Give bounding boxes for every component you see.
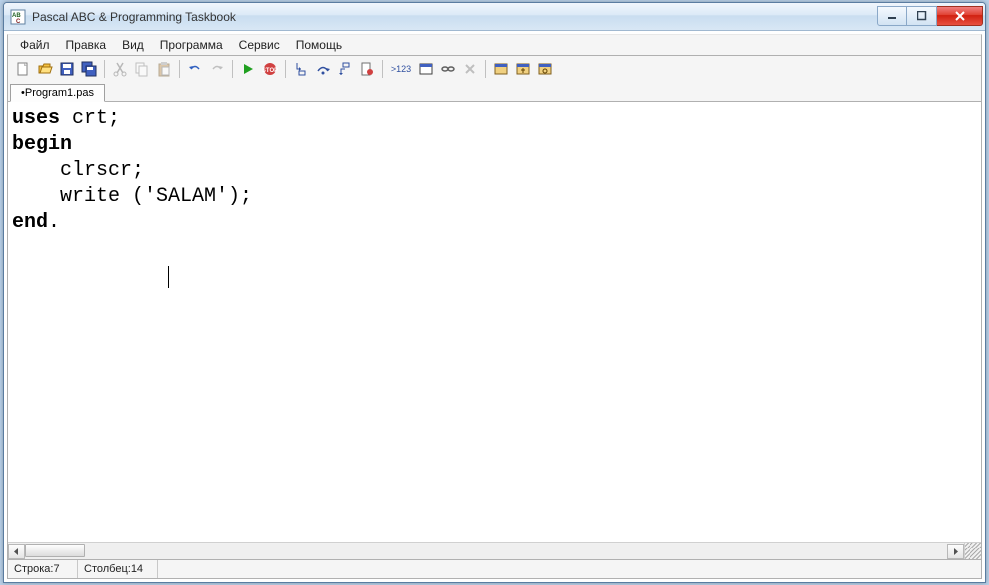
copy-icon (134, 61, 150, 77)
link-button[interactable] (437, 58, 459, 80)
breakpoint-icon (359, 61, 375, 77)
toolbar-separator (485, 60, 486, 78)
code-text: . (48, 211, 60, 234)
code-editor[interactable]: uses crt; begin clrscr; write ('SALAM');… (8, 102, 981, 542)
menu-file[interactable]: Файл (12, 36, 58, 54)
new-file-icon (15, 61, 31, 77)
keyword-end: end (12, 211, 48, 234)
save-all-icon (81, 61, 97, 77)
toolbar-separator (232, 60, 233, 78)
status-column: Столбец: 14 (78, 560, 158, 578)
save-icon (59, 61, 75, 77)
window-icon (418, 61, 434, 77)
step-out-button[interactable] (334, 58, 356, 80)
tab-program1[interactable]: •Program1.pas (10, 84, 105, 102)
menu-view[interactable]: Вид (114, 36, 152, 54)
horizontal-scrollbar[interactable] (8, 542, 981, 559)
toolbar-separator (285, 60, 286, 78)
cut-button[interactable] (109, 58, 131, 80)
menu-help[interactable]: Помощь (288, 36, 350, 54)
status-col-label: Столбец: (84, 563, 131, 575)
module-1-button[interactable] (490, 58, 512, 80)
code-indent (12, 263, 168, 286)
close-button[interactable] (937, 6, 983, 26)
toolbar: STOP >123 (7, 56, 982, 82)
menu-service[interactable]: Сервис (231, 36, 288, 54)
step-over-button[interactable] (312, 58, 334, 80)
scrollbar-thumb[interactable] (25, 544, 85, 557)
keyword-begin: begin (12, 133, 72, 156)
code-text: clrscr; (12, 159, 144, 182)
link-icon (440, 61, 456, 77)
run-button[interactable] (237, 58, 259, 80)
keyword-uses: uses (12, 107, 60, 130)
open-file-button[interactable] (34, 58, 56, 80)
menu-program[interactable]: Программа (152, 36, 231, 54)
tab-bar: •Program1.pas (7, 82, 982, 102)
menu-edit[interactable]: Правка (58, 36, 115, 54)
text-cursor (168, 266, 169, 288)
stop-icon: STOP (262, 61, 278, 77)
cut-icon (112, 61, 128, 77)
toolbar-separator (104, 60, 105, 78)
undo-icon (187, 61, 203, 77)
titlebar[interactable]: ABC Pascal ABC & Programming Taskbook (4, 3, 985, 31)
open-folder-icon (37, 61, 53, 77)
new-file-button[interactable] (12, 58, 34, 80)
toolbar-separator (382, 60, 383, 78)
status-line-value: 7 (53, 563, 59, 575)
editor-area: uses crt; begin clrscr; write ('SALAM');… (7, 102, 982, 559)
play-icon (240, 61, 256, 77)
window-controls (877, 7, 985, 26)
status-line-label: Строка: (14, 563, 53, 575)
scroll-left-button[interactable] (8, 544, 25, 559)
menubar: Файл Правка Вид Программа Сервис Помощь (7, 34, 982, 56)
minimize-button[interactable] (877, 6, 907, 26)
code-text: ); (228, 185, 252, 208)
svg-text:C: C (16, 19, 21, 25)
module-2-button[interactable] (512, 58, 534, 80)
step-into-button[interactable] (290, 58, 312, 80)
string-literal: 'SALAM' (144, 185, 228, 208)
chevron-right-icon (952, 548, 959, 555)
maximize-button[interactable] (907, 6, 937, 26)
paste-button[interactable] (153, 58, 175, 80)
code-text: write ( (12, 185, 144, 208)
save-button[interactable] (56, 58, 78, 80)
window-title: Pascal ABC & Programming Taskbook (32, 10, 236, 24)
status-col-value: 14 (131, 563, 143, 575)
status-line: Строка: 7 (8, 560, 78, 578)
copy-button[interactable] (131, 58, 153, 80)
module-icon (493, 61, 509, 77)
redo-icon (209, 61, 225, 77)
redo-button[interactable] (206, 58, 228, 80)
undo-button[interactable] (184, 58, 206, 80)
x-icon (462, 61, 478, 77)
code-text: crt; (60, 107, 120, 130)
paste-icon (156, 61, 172, 77)
module-icon (537, 61, 553, 77)
module-3-button[interactable] (534, 58, 556, 80)
step-out-icon (337, 61, 353, 77)
delete-button[interactable] (459, 58, 481, 80)
output-window-button[interactable] (415, 58, 437, 80)
watch-button[interactable]: >123 (387, 58, 415, 80)
scrollbar-track[interactable] (25, 544, 947, 559)
toolbar-separator (179, 60, 180, 78)
module-icon (515, 61, 531, 77)
breakpoint-button[interactable] (356, 58, 378, 80)
chevron-left-icon (13, 548, 20, 555)
step-over-icon (315, 61, 331, 77)
app-window: ABC Pascal ABC & Programming Taskbook Фа… (3, 2, 986, 583)
svg-text:STOP: STOP (262, 68, 278, 74)
app-icon: ABC (10, 9, 26, 25)
statusbar: Строка: 7 Столбец: 14 (7, 559, 982, 579)
step-into-icon (293, 61, 309, 77)
stop-button[interactable]: STOP (259, 58, 281, 80)
resize-grip[interactable] (964, 543, 981, 560)
save-all-button[interactable] (78, 58, 100, 80)
scroll-right-button[interactable] (947, 544, 964, 559)
